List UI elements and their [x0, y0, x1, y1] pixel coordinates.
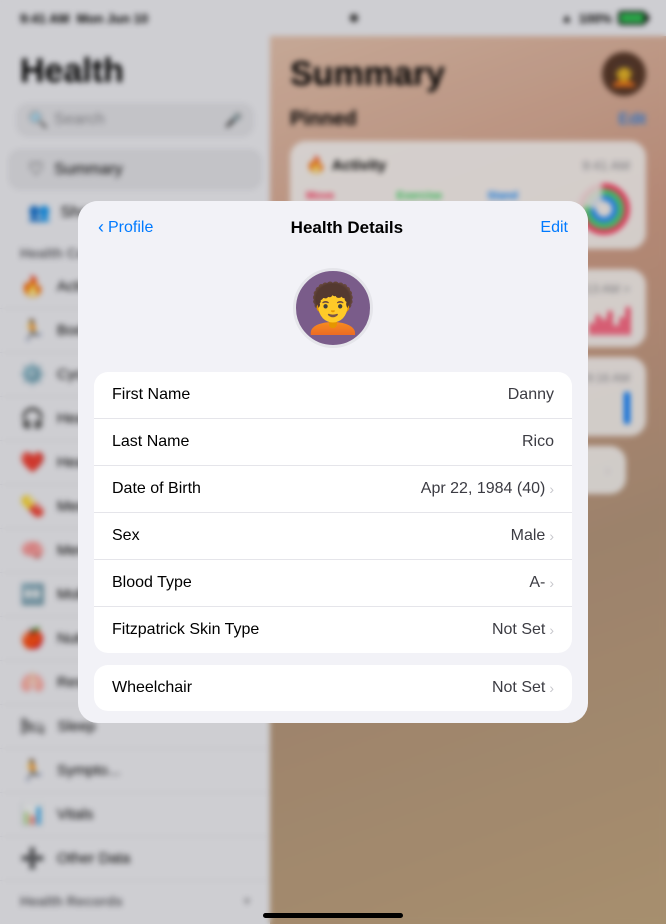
- wheelchair-label: Wheelchair: [112, 679, 192, 697]
- skin-type-value: Not Set: [492, 621, 545, 639]
- last-name-value: Rico: [522, 433, 554, 451]
- back-chevron-icon: ‹: [98, 217, 104, 238]
- user-avatar[interactable]: 🧑‍🦱: [293, 268, 373, 348]
- wheelchair-value: Not Set: [492, 679, 545, 697]
- blood-type-row[interactable]: Blood Type A- ›: [94, 560, 572, 607]
- modal-edit-button[interactable]: Edit: [540, 219, 568, 237]
- modal-title: Health Details: [291, 218, 403, 238]
- dob-label: Date of Birth: [112, 480, 201, 498]
- last-name-label: Last Name: [112, 433, 189, 451]
- home-indicator[interactable]: [263, 913, 403, 918]
- blood-type-label: Blood Type: [112, 574, 192, 592]
- back-to-profile-button[interactable]: ‹ Profile: [98, 217, 153, 238]
- first-name-row[interactable]: First Name Danny: [94, 372, 572, 419]
- health-details-modal: ‹ Profile Health Details Edit 🧑‍🦱 First …: [78, 201, 588, 723]
- avatar-emoji: 🧑‍🦱: [303, 280, 363, 337]
- skin-type-label: Fitzpatrick Skin Type: [112, 621, 259, 639]
- skin-type-row[interactable]: Fitzpatrick Skin Type Not Set ›: [94, 607, 572, 653]
- sex-value: Male: [511, 527, 546, 545]
- dob-row[interactable]: Date of Birth Apr 22, 1984 (40) ›: [94, 466, 572, 513]
- sex-chevron: ›: [549, 528, 554, 544]
- dob-chevron: ›: [549, 481, 554, 497]
- first-name-value: Danny: [508, 386, 554, 404]
- sex-label: Sex: [112, 527, 140, 545]
- wheelchair-chevron: ›: [549, 680, 554, 696]
- modal-avatar-section: 🧑‍🦱: [78, 248, 588, 372]
- wheelchair-form: Wheelchair Not Set ›: [94, 665, 572, 711]
- wheelchair-row[interactable]: Wheelchair Not Set ›: [94, 665, 572, 711]
- blood-type-chevron: ›: [549, 575, 554, 591]
- sex-row[interactable]: Sex Male ›: [94, 513, 572, 560]
- back-label: Profile: [108, 219, 153, 237]
- first-name-label: First Name: [112, 386, 190, 404]
- skin-type-chevron: ›: [549, 622, 554, 638]
- dob-value: Apr 22, 1984 (40): [421, 480, 546, 498]
- basic-info-form: First Name Danny Last Name Rico Date of …: [94, 372, 572, 653]
- modal-nav: ‹ Profile Health Details Edit: [78, 201, 588, 248]
- last-name-row[interactable]: Last Name Rico: [94, 419, 572, 466]
- blood-type-value: A-: [529, 574, 545, 592]
